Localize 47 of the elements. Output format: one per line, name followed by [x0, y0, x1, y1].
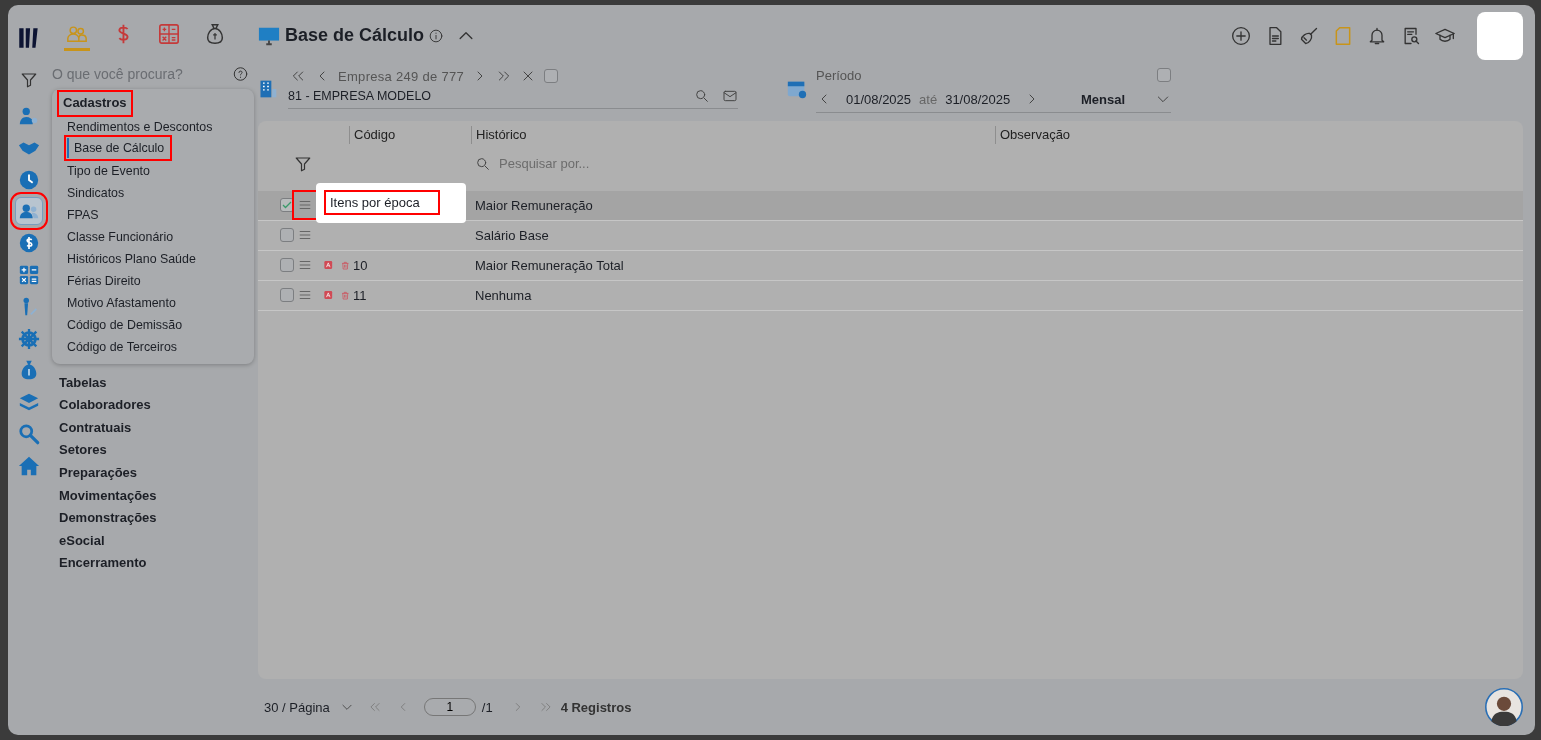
table-cell: 10: [353, 257, 368, 273]
submenu-item[interactable]: FPAS: [60, 203, 99, 226]
menu-section[interactable]: Cadastros: [60, 93, 130, 114]
menu-section[interactable]: Tabelas: [59, 371, 107, 395]
date-separator: até: [919, 91, 938, 107]
column-header[interactable]: Observação: [995, 125, 1523, 144]
date-to[interactable]: 31/08/2025: [945, 91, 1011, 107]
search-field[interactable]: O que você procura?: [52, 66, 233, 82]
company-field[interactable]: 81 - EMPRESA MODELO: [288, 84, 738, 110]
search-field[interactable]: Pesquisar por...: [499, 156, 995, 172]
page-field[interactable]: 1: [423, 698, 476, 717]
table-cell: Nenhuma: [475, 287, 532, 303]
table-row[interactable]: 10 Maior Remuneração Total: [258, 250, 1523, 281]
menu-section[interactable]: Encerramento: [59, 552, 147, 575]
record-count: 4 Registros: [560, 699, 632, 715]
menu-section[interactable]: Demonstrações: [59, 507, 157, 530]
menu-section[interactable]: eSocial: [59, 529, 105, 553]
page-title: Base de Cálculo: [285, 25, 425, 47]
submenu-item[interactable]: Motivo Afastamento: [60, 291, 176, 314]
period-select[interactable]: Mensal: [1080, 91, 1171, 108]
total-pages: /1: [481, 699, 493, 715]
menu-section[interactable]: Movimentações: [59, 484, 157, 508]
submenu-item[interactable]: Base de Cálculo: [67, 137, 170, 158]
menu-section[interactable]: Setores: [59, 439, 107, 462]
submenu-item[interactable]: Férias Direito: [60, 269, 141, 292]
submenu-item[interactable]: Classe Funcionário: [60, 225, 174, 248]
submenu-item[interactable]: Históricos Plano Saúde: [60, 247, 196, 270]
context-menu-item[interactable]: Itens por época: [326, 192, 438, 214]
table-cell: Maior Remuneração Total: [475, 257, 624, 273]
period-label: Período: [816, 67, 862, 83]
table-row[interactable]: 11 Nenhuma: [258, 280, 1523, 311]
date-from[interactable]: 01/08/2025: [846, 91, 912, 107]
menu-section[interactable]: Contratuais: [59, 416, 132, 440]
submenu-item[interactable]: Código de Demissão: [60, 313, 183, 336]
submenu-item[interactable]: Rendimentos e Descontos: [60, 115, 213, 138]
submenu-item[interactable]: Tipo de Evento: [60, 159, 150, 182]
page-size-select[interactable]: 30 / Página: [264, 699, 354, 715]
submenu-item[interactable]: Sindicatos: [60, 181, 125, 204]
submenu-item[interactable]: Código de Terceiros: [60, 335, 177, 358]
column-header[interactable]: Código: [349, 125, 471, 144]
column-header[interactable]: Histórico: [471, 125, 995, 144]
table-cell: Salário Base: [475, 227, 549, 243]
company-position: Empresa 249 de 777: [338, 68, 465, 84]
table-cell: Maior Remuneração: [475, 197, 593, 213]
menu-section[interactable]: Colaboradores: [59, 394, 151, 417]
menu-section[interactable]: Preparações: [59, 461, 138, 485]
table-cell: 11: [353, 287, 367, 303]
